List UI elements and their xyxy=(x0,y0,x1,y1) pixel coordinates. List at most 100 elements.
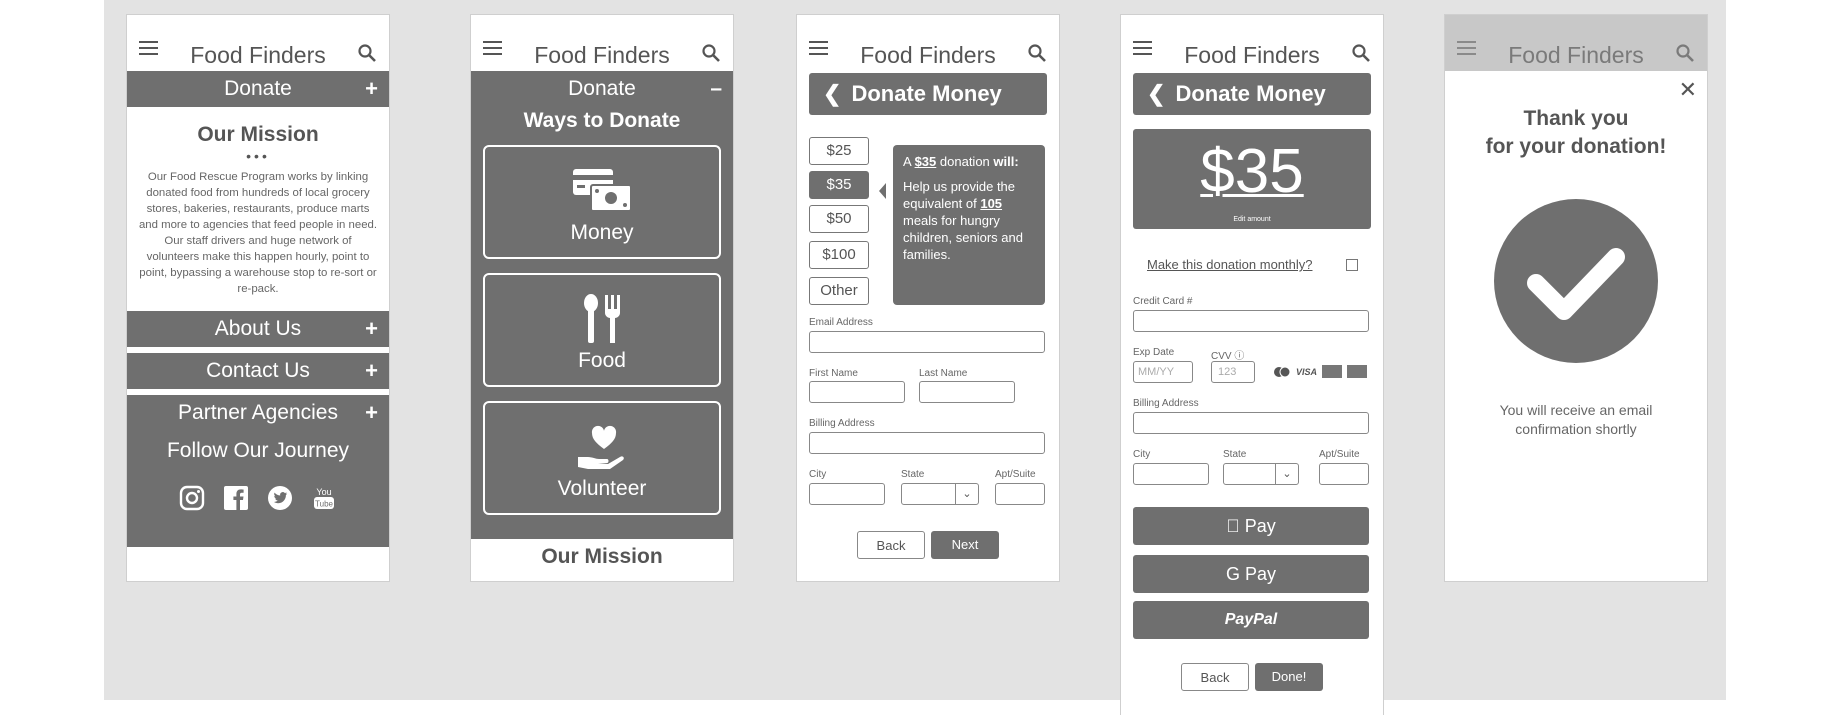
last-name-field[interactable] xyxy=(919,381,1015,403)
email-field[interactable] xyxy=(809,331,1045,353)
back-header[interactable]: ❮ Donate Money xyxy=(1133,73,1371,115)
discover-icon xyxy=(1347,365,1368,378)
donate-accordion[interactable]: Donate – xyxy=(471,71,733,107)
back-header[interactable]: ❮ Donate Money xyxy=(809,73,1047,115)
ways-title: Ways to Donate xyxy=(523,109,681,132)
done-button[interactable]: Done! xyxy=(1255,663,1323,691)
amount-button[interactable]: Other xyxy=(809,277,869,305)
card-number-field[interactable] xyxy=(1133,310,1369,332)
donate-money-option[interactable]: Money xyxy=(483,145,721,259)
app-header: Food Finders xyxy=(797,15,1059,71)
twitter-icon[interactable] xyxy=(267,485,293,511)
city-field[interactable] xyxy=(1133,463,1209,485)
donate-volunteer-option[interactable]: Volunteer xyxy=(483,401,721,515)
instagram-icon[interactable] xyxy=(179,485,205,511)
expand-icon: + xyxy=(365,358,378,383)
search-icon[interactable] xyxy=(1351,43,1371,63)
google-pay-button[interactable]: G Pay xyxy=(1133,555,1369,593)
chevron-left-icon: ❮ xyxy=(823,81,842,106)
paypal-button[interactable]: PayPal xyxy=(1133,601,1369,639)
monthly-checkbox[interactable] xyxy=(1346,259,1358,271)
chevron-down-icon: ⌄ xyxy=(955,484,978,504)
city-field[interactable] xyxy=(809,483,885,505)
email-label: Email Address xyxy=(809,317,873,328)
mission-section: Our Mission ••• Our Food Rescue Program … xyxy=(127,107,389,311)
donate-accordion[interactable]: Donate + xyxy=(127,71,389,107)
billing-address-label: Billing Address xyxy=(809,418,875,429)
next-button[interactable]: Next xyxy=(931,531,999,559)
chevron-down-icon: ⌄ xyxy=(1275,464,1298,484)
apt-label: Apt/Suite xyxy=(995,469,1036,480)
donate-food-option[interactable]: Food xyxy=(483,273,721,387)
screen-donate-money: Food Finders ❮ Donate Money $25 $35 $50 $… xyxy=(796,14,1060,582)
about-us-accordion[interactable]: About Us + xyxy=(127,311,389,347)
visa-icon: VISA xyxy=(1296,366,1318,377)
cvv-label: CVV ⓘ xyxy=(1211,351,1245,362)
checkmark-icon xyxy=(1494,199,1658,363)
amount-button-selected[interactable]: $35 xyxy=(809,171,869,199)
search-icon[interactable] xyxy=(357,43,377,63)
exp-date-field[interactable]: MM/YY xyxy=(1133,361,1193,383)
app-title: Food Finders xyxy=(1508,42,1644,68)
apple-icon:  xyxy=(1226,516,1240,536)
screen-home: Food Finders Donate + Our Mission ••• Ou… xyxy=(126,14,390,582)
donate-money-title: Donate Money xyxy=(851,81,1002,106)
expand-icon: + xyxy=(365,400,378,425)
follow-section: Follow Our Journey You Tube xyxy=(127,431,389,547)
contact-us-label: Contact Us xyxy=(206,359,310,382)
thank-you-modal: ✕ Thank you for your donation! You will r… xyxy=(1445,71,1707,581)
about-us-label: About Us xyxy=(214,317,302,340)
apt-field[interactable] xyxy=(995,483,1045,505)
back-button[interactable]: Back xyxy=(1181,663,1249,691)
first-name-label: First Name xyxy=(809,368,858,379)
billing-address-label: Billing Address xyxy=(1133,398,1199,409)
design-canvas: Food Finders Donate + Our Mission ••• Ou… xyxy=(104,0,1726,715)
expand-icon: + xyxy=(365,316,378,341)
youtube-icon[interactable]: You Tube xyxy=(311,485,337,511)
option-label: Food xyxy=(578,349,626,372)
partner-agencies-label: Partner Agencies xyxy=(178,401,338,424)
screen-thank-you: Food Finders ✕ Thank you for your donatio… xyxy=(1444,14,1708,582)
tooltip-heading: A $35 donation will: xyxy=(903,154,1019,169)
cvv-field[interactable]: 123 xyxy=(1211,361,1255,383)
app-title: Food Finders xyxy=(860,42,996,68)
apple-pay-button[interactable]:  Pay xyxy=(1133,507,1369,545)
search-icon[interactable] xyxy=(1027,43,1047,63)
amount-button[interactable]: $50 xyxy=(809,205,869,233)
close-icon[interactable]: ✕ xyxy=(1679,77,1697,103)
partner-agencies-accordion[interactable]: Partner Agencies + xyxy=(127,395,389,431)
svg-text:Tube: Tube xyxy=(315,500,333,509)
facebook-icon[interactable] xyxy=(223,485,249,511)
mastercard-icon xyxy=(1274,366,1291,377)
state-select[interactable]: ⌄ xyxy=(901,483,979,505)
amount-button[interactable]: $25 xyxy=(809,137,869,165)
exp-date-label: Exp Date xyxy=(1133,347,1175,358)
ways-to-donate-panel: Donate – Ways to Donate Money Food Volun… xyxy=(471,71,733,539)
donate-label: Donate xyxy=(568,77,636,100)
mission-text: Our Food Rescue Program works by linking… xyxy=(138,171,378,295)
social-links: You Tube xyxy=(127,485,389,511)
mission-title: Our Mission xyxy=(197,123,319,146)
first-name-field[interactable] xyxy=(809,381,905,403)
app-header: Food Finders xyxy=(127,15,389,71)
back-button[interactable]: Back xyxy=(857,531,925,559)
contact-us-accordion[interactable]: Contact Us + xyxy=(127,353,389,389)
expand-icon: + xyxy=(365,76,378,101)
amount-button[interactable]: $100 xyxy=(809,241,869,269)
follow-title: Follow Our Journey xyxy=(166,439,350,462)
apt-label: Apt/Suite xyxy=(1319,449,1360,460)
mission-title: Our Mission xyxy=(541,545,663,568)
app-header: Food Finders xyxy=(471,15,733,71)
app-title: Food Finders xyxy=(190,42,326,68)
apt-field[interactable] xyxy=(1319,463,1369,485)
search-icon[interactable] xyxy=(701,43,721,63)
utensils-icon xyxy=(584,294,620,343)
donate-money-title: Donate Money xyxy=(1175,81,1326,106)
billing-address-field[interactable] xyxy=(809,432,1045,454)
edit-amount-link[interactable]: Edit amount xyxy=(1133,216,1371,223)
donation-amount: $35 xyxy=(1200,137,1304,206)
billing-address-field[interactable] xyxy=(1133,412,1369,434)
state-select[interactable]: ⌄ xyxy=(1223,463,1299,485)
screen-ways-to-donate: Food Finders Donate – Ways to Donate Mon… xyxy=(470,14,734,582)
monthly-label: Make this donation monthly? xyxy=(1147,257,1313,272)
